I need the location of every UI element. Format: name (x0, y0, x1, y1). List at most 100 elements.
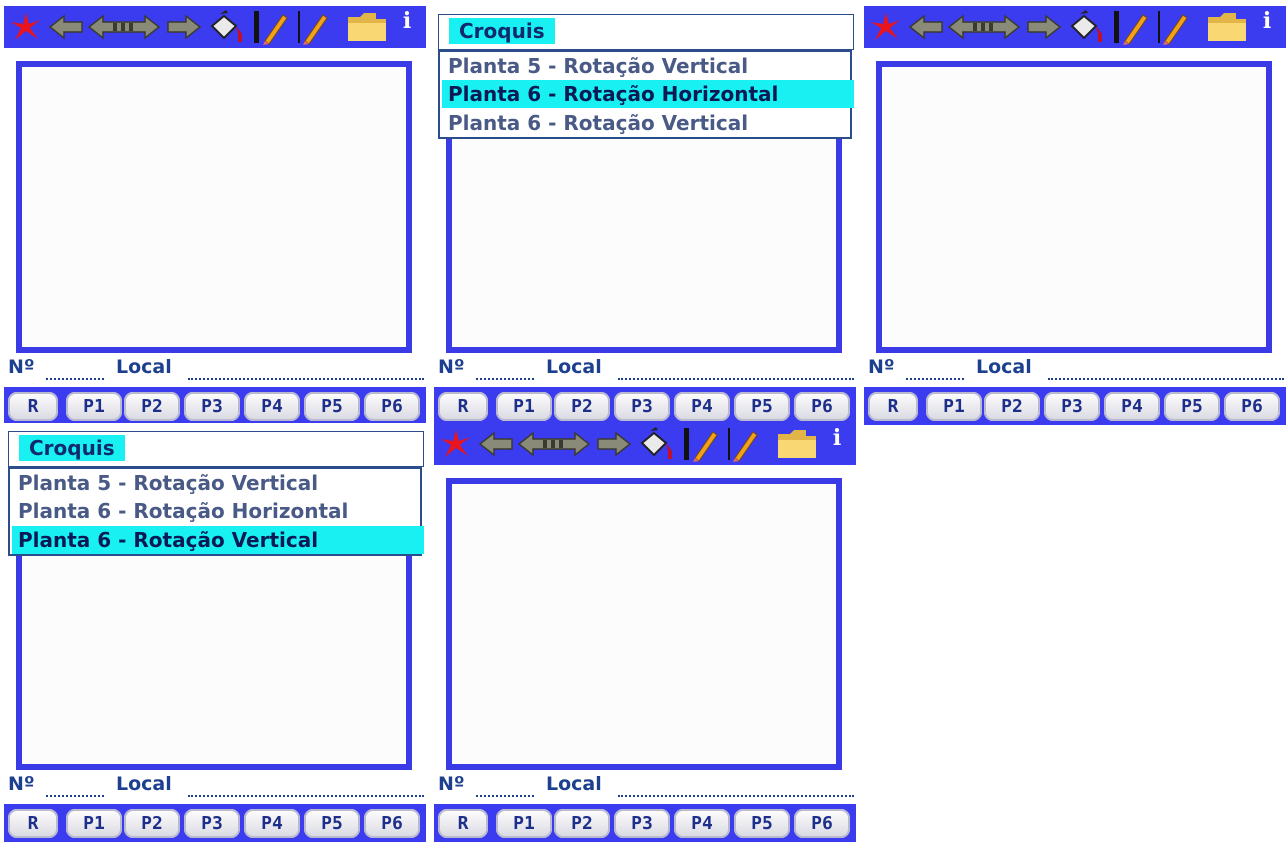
dropdown-item-planta6-horizontal[interactable]: Planta 6 - Rotação Horizontal (442, 80, 854, 108)
sketch-star-icon[interactable] (866, 6, 906, 48)
dropdown-item-planta6-horizontal[interactable]: Planta 6 - Rotação Horizontal (12, 497, 424, 525)
number-field[interactable] (906, 378, 964, 380)
number-field[interactable] (46, 795, 104, 797)
toolbar: i (864, 6, 1286, 48)
dropdown-item-planta6-vertical[interactable]: Planta 6 - Rotação Vertical (442, 109, 854, 137)
local-field[interactable] (618, 378, 854, 380)
local-field[interactable] (1048, 378, 1284, 380)
dropdown-item-planta5-vertical[interactable]: Planta 5 - Rotação Vertical (442, 52, 854, 80)
left-right-arrow-icon[interactable] (946, 6, 1022, 48)
plant-button-r[interactable]: R (438, 809, 488, 838)
plant-button-p3[interactable]: P3 (614, 392, 670, 421)
right-arrow-icon[interactable] (594, 423, 634, 465)
plant-button-p3[interactable]: P3 (184, 392, 240, 421)
sketch-panel-top-right: i Nº Local R P1 P2 P3 P4 P5 P6 (864, 6, 1286, 425)
info-line: Nº Local (4, 769, 426, 799)
left-arrow-icon[interactable] (46, 6, 86, 48)
paint-bucket-icon[interactable] (634, 423, 678, 465)
local-label: Local (116, 356, 172, 378)
plant-button-p3[interactable]: P3 (184, 809, 240, 838)
plant-button-p4[interactable]: P4 (1104, 392, 1160, 421)
plant-button-p2[interactable]: P2 (124, 392, 180, 421)
sketch-canvas[interactable] (16, 61, 412, 353)
plant-button-p4[interactable]: P4 (674, 392, 730, 421)
plant-selector-bar: R P1 P2 P3 P4 P5 P6 (434, 804, 856, 842)
info-icon[interactable]: i (822, 423, 852, 467)
paint-bucket-icon[interactable] (204, 6, 248, 48)
sketch-panel-top-left: i Nº Local R P1 P2 P3 P4 P5 P6 (4, 6, 426, 425)
sketch-star-icon[interactable] (436, 423, 476, 465)
plant-button-p1[interactable]: P1 (66, 809, 122, 838)
local-field[interactable] (618, 795, 854, 797)
number-field[interactable] (46, 378, 104, 380)
local-label: Local (116, 773, 172, 795)
pencil-icon[interactable] (1154, 6, 1194, 48)
plant-button-p6[interactable]: P6 (794, 392, 850, 421)
number-field[interactable] (476, 378, 534, 380)
dropdown-list: Planta 5 - Rotação Vertical Planta 6 - R… (438, 50, 854, 139)
sketch-panel-top-middle: Croquis Planta 5 - Rotação Vertical Plan… (434, 6, 856, 425)
pencil-with-bar-icon[interactable] (680, 423, 720, 465)
number-label: Nº (868, 356, 895, 378)
info-icon[interactable]: i (392, 6, 422, 50)
number-field[interactable] (476, 795, 534, 797)
plant-button-r[interactable]: R (8, 809, 58, 838)
folder-icon[interactable] (774, 423, 820, 465)
pencil-with-bar-icon[interactable] (1110, 6, 1150, 48)
plant-button-p6[interactable]: P6 (364, 809, 420, 838)
sketch-canvas[interactable] (446, 478, 842, 770)
local-field[interactable] (188, 795, 424, 797)
dropdown-header[interactable]: Croquis (438, 14, 854, 50)
plant-selector-bar: R P1 P2 P3 P4 P5 P6 (434, 387, 856, 425)
plant-button-p5[interactable]: P5 (734, 809, 790, 838)
plant-button-p2[interactable]: P2 (554, 392, 610, 421)
pencil-icon[interactable] (724, 423, 764, 465)
croquis-dropdown: Croquis Planta 5 - Rotação Vertical Plan… (4, 423, 426, 559)
plant-button-p5[interactable]: P5 (304, 809, 360, 838)
plant-button-p3[interactable]: P3 (614, 809, 670, 838)
info-line: Nº Local (4, 352, 426, 382)
plant-button-p4[interactable]: P4 (244, 392, 300, 421)
left-right-arrow-icon[interactable] (86, 6, 162, 48)
right-arrow-icon[interactable] (164, 6, 204, 48)
folder-icon[interactable] (344, 6, 390, 48)
local-label: Local (546, 773, 602, 795)
right-arrow-icon[interactable] (1024, 6, 1064, 48)
plant-button-p6[interactable]: P6 (1224, 392, 1280, 421)
plant-button-p5[interactable]: P5 (304, 392, 360, 421)
left-arrow-icon[interactable] (906, 6, 946, 48)
sketch-canvas[interactable] (876, 61, 1272, 353)
plant-button-p6[interactable]: P6 (794, 809, 850, 838)
plant-button-r[interactable]: R (438, 392, 488, 421)
dropdown-header[interactable]: Croquis (8, 431, 424, 467)
plant-button-p4[interactable]: P4 (674, 809, 730, 838)
plant-selector-bar: R P1 P2 P3 P4 P5 P6 (4, 387, 426, 425)
plant-button-p3[interactable]: P3 (1044, 392, 1100, 421)
paint-bucket-icon[interactable] (1064, 6, 1108, 48)
dropdown-item-planta5-vertical[interactable]: Planta 5 - Rotação Vertical (12, 469, 424, 497)
dropdown-item-planta6-vertical[interactable]: Planta 6 - Rotação Vertical (12, 526, 424, 554)
left-arrow-icon[interactable] (476, 423, 516, 465)
toolbar: i (4, 6, 426, 48)
plant-button-r[interactable]: R (868, 392, 918, 421)
plant-button-p2[interactable]: P2 (124, 809, 180, 838)
plant-button-p2[interactable]: P2 (554, 809, 610, 838)
plant-button-p1[interactable]: P1 (496, 809, 552, 838)
folder-icon[interactable] (1204, 6, 1250, 48)
sketch-star-icon[interactable] (6, 6, 46, 48)
local-field[interactable] (188, 378, 424, 380)
plant-selector-bar: R P1 P2 P3 P4 P5 P6 (864, 387, 1286, 425)
plant-button-p5[interactable]: P5 (734, 392, 790, 421)
plant-button-p6[interactable]: P6 (364, 392, 420, 421)
plant-button-p1[interactable]: P1 (926, 392, 982, 421)
plant-button-p1[interactable]: P1 (496, 392, 552, 421)
pencil-icon[interactable] (294, 6, 334, 48)
plant-button-p2[interactable]: P2 (984, 392, 1040, 421)
plant-button-p5[interactable]: P5 (1164, 392, 1220, 421)
plant-button-p1[interactable]: P1 (66, 392, 122, 421)
plant-button-r[interactable]: R (8, 392, 58, 421)
pencil-with-bar-icon[interactable] (250, 6, 290, 48)
info-icon[interactable]: i (1252, 6, 1282, 50)
plant-button-p4[interactable]: P4 (244, 809, 300, 838)
left-right-arrow-icon[interactable] (516, 423, 592, 465)
